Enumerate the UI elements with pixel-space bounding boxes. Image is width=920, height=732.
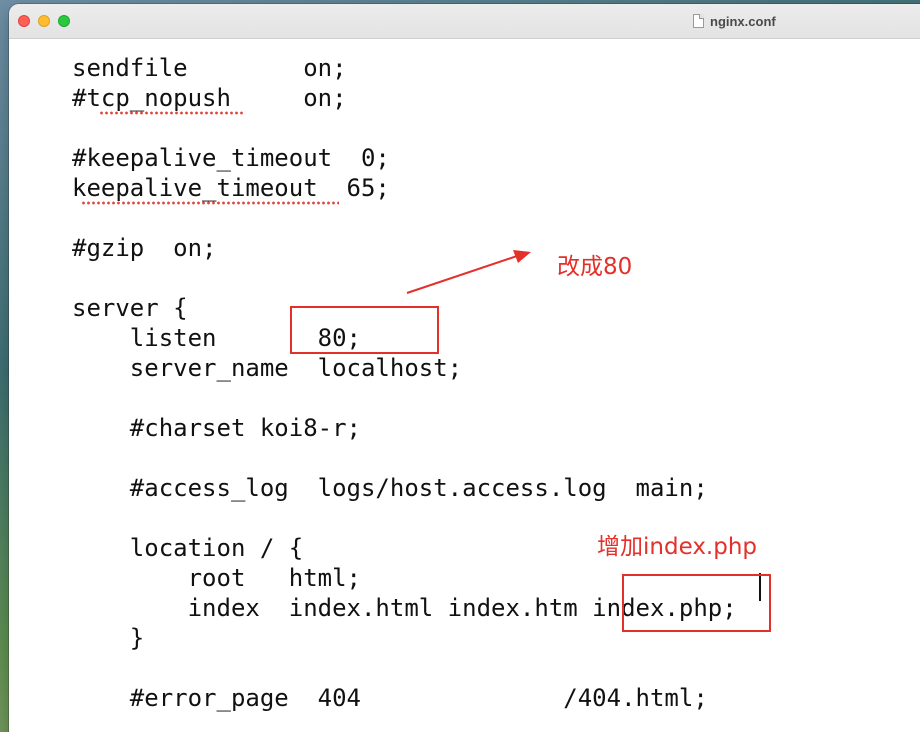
code-line: server { bbox=[72, 294, 188, 322]
close-window-button[interactable] bbox=[18, 15, 30, 27]
window-title-group: nginx.conf bbox=[693, 12, 776, 30]
code-line: #tcp_nopush on; bbox=[72, 84, 347, 112]
code-line: sendfile on; bbox=[72, 54, 347, 82]
code-line: server_name localhost; bbox=[72, 354, 463, 382]
code-line: location / { bbox=[72, 534, 304, 562]
listen-annotation-text: 改成80 bbox=[557, 254, 633, 280]
listen-port-highlight-box bbox=[290, 306, 439, 354]
window-title: nginx.conf bbox=[710, 13, 776, 29]
spellcheck-underline bbox=[99, 111, 245, 115]
code-line: root html; bbox=[72, 564, 361, 592]
minimize-window-button[interactable] bbox=[38, 15, 50, 27]
code-line: #access_log logs/host.access.log main; bbox=[72, 474, 708, 502]
code-line: #gzip on; bbox=[72, 234, 217, 262]
title-bar[interactable]: nginx.conf bbox=[9, 4, 920, 39]
code-line: #error_page 404 /404.html; bbox=[72, 684, 708, 712]
code-line: keepalive_timeout 65; bbox=[72, 174, 390, 202]
index-php-highlight-box bbox=[622, 574, 771, 632]
code-line: #charset koi8-r; bbox=[72, 414, 361, 442]
code-line: #keepalive_timeout 0; bbox=[72, 144, 390, 172]
index-annotation-text: 增加index.php bbox=[597, 534, 758, 560]
code-line: } bbox=[72, 624, 145, 652]
document-icon bbox=[693, 14, 704, 28]
zoom-window-button[interactable] bbox=[58, 15, 70, 27]
spellcheck-underline bbox=[81, 201, 339, 205]
